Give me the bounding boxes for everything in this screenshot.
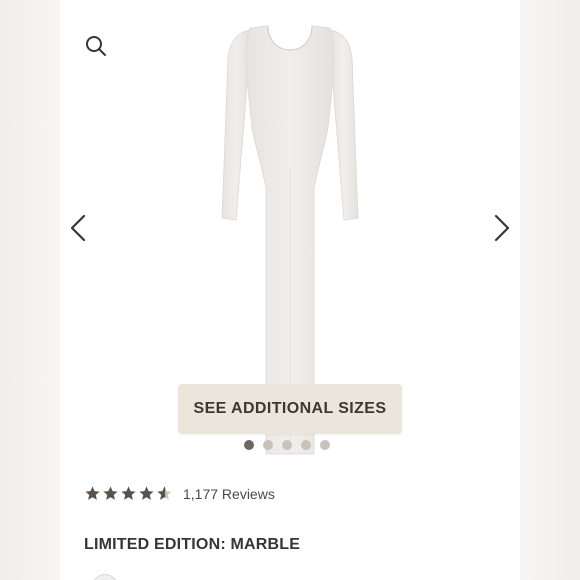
search-icon[interactable] [84,34,108,58]
see-additional-sizes-button[interactable]: SEE ADDITIONAL SIZES [178,384,402,434]
chevron-right-icon[interactable] [490,212,514,244]
carousel-dot-2[interactable] [263,440,273,450]
product-page: SEE ADDITIONAL SIZES 1,177 Reviews LIMIT… [60,0,520,580]
carousel-dot-4[interactable] [301,440,311,450]
edition-label: LIMITED EDITION: MARBLE [84,536,301,553]
star-icon [103,486,118,500]
color-swatch[interactable] [92,574,118,580]
carousel-dots [244,440,330,450]
star-icon [85,486,100,500]
left-edge-backdrop [0,0,60,580]
right-edge-backdrop [520,0,580,580]
carousel-dot-5[interactable] [320,440,330,450]
star-icon [121,486,136,500]
rating-row[interactable]: 1,177 Reviews [84,485,275,502]
star-half-icon [157,486,172,500]
carousel-dot-1[interactable] [244,440,254,450]
review-count[interactable]: 1,177 Reviews [183,486,275,502]
star-icon [139,486,154,500]
carousel-dot-3[interactable] [282,440,292,450]
chevron-left-icon[interactable] [66,212,90,244]
star-rating [84,485,173,502]
